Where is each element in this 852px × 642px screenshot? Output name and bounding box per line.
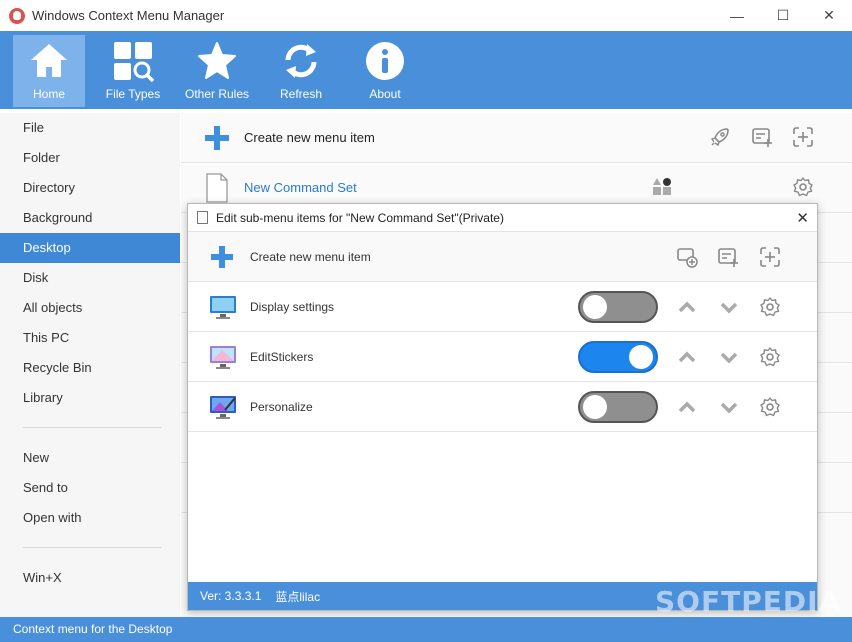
plus-icon [205,126,229,150]
add-guid-item-icon[interactable] [791,125,815,149]
document-icon [206,173,228,203]
sidebar-item-directory[interactable]: Directory [0,173,180,203]
add-shell-item-icon[interactable] [675,245,699,269]
sidebar-divider [23,427,162,428]
submenu-item-toggle[interactable] [578,391,658,423]
document-icon [197,211,208,224]
sidebar-item-library[interactable]: Library [0,383,180,413]
create-menu-item-row[interactable]: Create new menu item [181,113,852,163]
maximize-button[interactable]: ☐ [760,0,806,31]
sidebar-item-file[interactable]: File [0,113,180,143]
toggle-knob [583,395,607,419]
sidebar-item-background[interactable]: Background [0,203,180,233]
move-down-icon[interactable] [717,395,741,419]
move-up-icon[interactable] [675,295,699,319]
gear-icon[interactable] [791,175,815,199]
sidebar-item-new[interactable]: New [0,443,180,473]
sidebar-item-all-objects[interactable]: All objects [0,293,180,323]
version-label: Ver: 3.3.3.1 [200,589,262,603]
status-bar: Context menu for the Desktop [0,617,852,642]
shapes-icon[interactable] [650,175,674,199]
window-controls: — ☐ ✕ [714,0,852,31]
sidebar-item-disk[interactable]: Disk [0,263,180,293]
edit-stickers-icon [210,346,236,369]
submenu-item-label: Display settings [250,299,335,314]
toolbar-label: Home [32,87,65,101]
toolbar-label: About [369,87,401,101]
toolbar-about-button[interactable]: About [349,35,421,107]
move-up-icon[interactable] [675,395,699,419]
dialog-title-bar: Edit sub-menu items for "New Command Set… [188,204,817,232]
toolbar-file-types-button[interactable]: File Types [97,35,169,107]
dialog-title: Edit sub-menu items for "New Command Set… [216,210,504,225]
toggle-knob [629,345,653,369]
sidebar-divider [23,547,162,548]
sidebar-item-win-x[interactable]: Win+X [0,563,180,593]
personalize-icon [210,396,236,419]
sidebar-item-recycle-bin[interactable]: Recycle Bin [0,353,180,383]
display-settings-icon [210,296,236,319]
sidebar-item-desktop[interactable]: Desktop [0,233,180,263]
submenu-item-toggle[interactable] [578,291,658,323]
add-guid-item-icon[interactable] [758,245,782,269]
sidebar: File Folder Directory Background Desktop… [0,113,180,617]
sidebar-item-this-pc[interactable]: This PC [0,323,180,353]
sidebar-item-open-with[interactable]: Open with [0,503,180,533]
move-down-icon[interactable] [717,295,741,319]
add-text-item-icon[interactable] [716,245,740,269]
gear-icon[interactable] [758,345,782,369]
window-title: Windows Context Menu Manager [32,8,225,23]
add-text-item-icon[interactable] [750,125,774,149]
submenu-item-toggle[interactable] [578,341,658,373]
star-icon [198,42,236,79]
gear-icon[interactable] [758,295,782,319]
move-down-icon[interactable] [717,345,741,369]
file-types-icon [114,42,154,82]
close-button[interactable]: ✕ [806,0,852,31]
toggle-knob [583,295,607,319]
app-icon [9,7,25,24]
toolbar-other-rules-button[interactable]: Other Rules [181,35,253,107]
edit-submenu-dialog: Edit sub-menu items for "New Command Set… [187,203,818,611]
sidebar-item-folder[interactable]: Folder [0,143,180,173]
toolbar-label: Other Rules [184,87,250,101]
dialog-create-item-label: Create new menu item [250,249,371,264]
gear-icon[interactable] [758,395,782,419]
home-icon [31,44,67,77]
create-menu-item-label: Create new menu item [244,130,375,145]
info-icon [366,42,404,80]
submenu-item-row[interactable]: Display settings [188,282,817,332]
sidebar-item-send-to[interactable]: Send to [0,473,180,503]
submenu-item-label: Personalize [250,399,313,414]
move-up-icon[interactable] [675,345,699,369]
refresh-icon [285,44,317,78]
submenu-item-label: EditStickers [250,349,314,364]
toolbar-home-button[interactable]: Home [13,35,85,107]
dialog-create-item-row[interactable]: Create new menu item [188,232,817,282]
minimize-button[interactable]: — [714,0,760,31]
title-bar: Windows Context Menu Manager — ☐ ✕ [0,0,852,31]
toolbar-refresh-button[interactable]: Refresh [265,35,337,107]
toolbar: Home File Types Other Rules Refresh Abou… [0,31,852,109]
toolbar-label: Refresh [279,87,323,101]
submenu-item-row[interactable]: Personalize [188,382,817,432]
rocket-icon[interactable] [708,125,732,149]
toolbar-label: File Types [105,87,161,101]
author-label: 蓝点lilac [275,589,321,604]
watermark: SOFTPEDIA [655,585,842,618]
plus-icon [211,246,233,268]
submenu-item-row[interactable]: EditStickers [188,332,817,382]
dialog-close-button[interactable]: ✕ [796,209,809,227]
menu-item-label: New Command Set [244,180,357,195]
